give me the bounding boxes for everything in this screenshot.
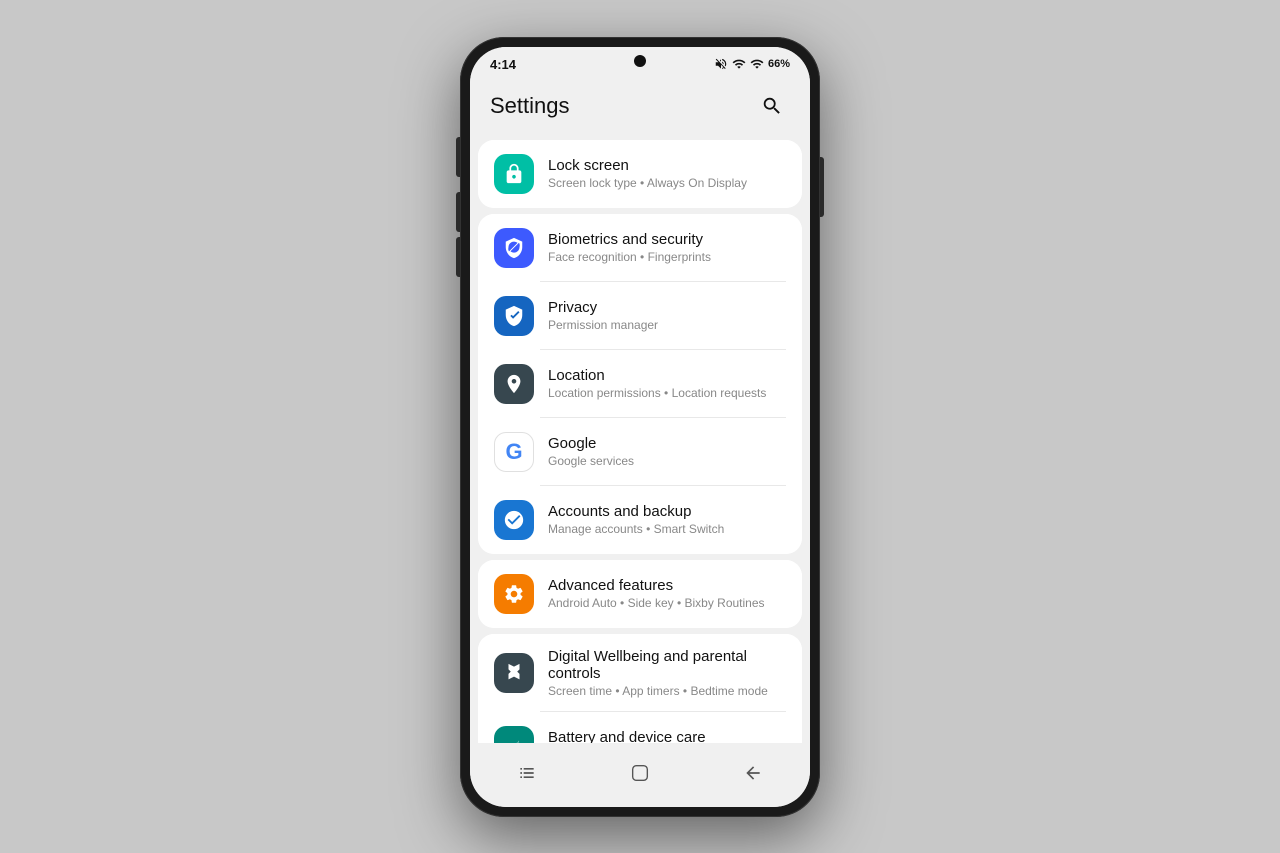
lock-screen-icon	[494, 154, 534, 194]
location-text: Location Location permissions • Location…	[548, 367, 786, 400]
section-advanced: Advanced features Android Auto • Side ke…	[478, 560, 802, 628]
app-header: Settings	[470, 76, 810, 134]
privacy-text: Privacy Permission manager	[548, 299, 786, 332]
list-item-digital-wellbeing[interactable]: Digital Wellbeing and parental controls …	[478, 634, 802, 712]
biometrics-title: Biometrics and security	[548, 231, 786, 248]
google-title: Google	[548, 435, 786, 452]
biometrics-icon	[494, 228, 534, 268]
list-item-location[interactable]: Location Location permissions • Location…	[478, 350, 802, 418]
accounts-subtitle: Manage accounts • Smart Switch	[548, 522, 786, 536]
accounts-icon	[494, 500, 534, 540]
advanced-icon	[494, 574, 534, 614]
wifi-icon	[732, 57, 746, 71]
privacy-subtitle: Permission manager	[548, 318, 786, 332]
google-text: Google Google services	[548, 435, 786, 468]
accounts-title: Accounts and backup	[548, 503, 786, 520]
biometrics-subtitle: Face recognition • Fingerprints	[548, 250, 786, 264]
list-item-lock-screen[interactable]: Lock screen Screen lock type • Always On…	[478, 140, 802, 208]
battery-title: Battery and device care	[548, 729, 786, 743]
search-icon	[761, 95, 783, 117]
list-item-google[interactable]: G Google Google services	[478, 418, 802, 486]
camera-notch	[634, 55, 646, 67]
list-item-privacy[interactable]: Privacy Permission manager	[478, 282, 802, 350]
signal-icon	[750, 57, 764, 71]
status-icons: 66%	[714, 57, 790, 71]
list-item-biometrics[interactable]: Biometrics and security Face recognition…	[478, 214, 802, 282]
phone-frame: 4:14 66% Settings	[460, 37, 820, 817]
biometrics-text: Biometrics and security Face recognition…	[548, 231, 786, 264]
list-item-battery[interactable]: Battery and device care Storage • Memory…	[478, 712, 802, 743]
phone-screen: 4:14 66% Settings	[470, 47, 810, 807]
back-button[interactable]	[735, 755, 771, 791]
home-button[interactable]	[622, 755, 658, 791]
settings-list: Lock screen Screen lock type • Always On…	[470, 134, 810, 743]
search-button[interactable]	[754, 88, 790, 124]
list-item-advanced[interactable]: Advanced features Android Auto • Side ke…	[478, 560, 802, 628]
lock-screen-subtitle: Screen lock type • Always On Display	[548, 176, 786, 190]
lock-screen-title: Lock screen	[548, 157, 786, 174]
advanced-title: Advanced features	[548, 577, 786, 594]
section-lock-screen: Lock screen Screen lock type • Always On…	[478, 140, 802, 208]
nav-bar	[470, 743, 810, 807]
location-icon	[494, 364, 534, 404]
recent-apps-button[interactable]	[509, 755, 545, 791]
privacy-title: Privacy	[548, 299, 786, 316]
google-icon: G	[494, 432, 534, 472]
lock-screen-text: Lock screen Screen lock type • Always On…	[548, 157, 786, 190]
home-icon	[629, 762, 651, 784]
location-title: Location	[548, 367, 786, 384]
section-wellbeing: Digital Wellbeing and parental controls …	[478, 634, 802, 743]
battery-icon	[494, 726, 534, 743]
digital-wellbeing-icon	[494, 653, 534, 693]
mute-icon	[714, 57, 728, 71]
advanced-subtitle: Android Auto • Side key • Bixby Routines	[548, 596, 786, 610]
advanced-text: Advanced features Android Auto • Side ke…	[548, 577, 786, 610]
digital-wellbeing-subtitle: Screen time • App timers • Bedtime mode	[548, 684, 786, 698]
digital-wellbeing-text: Digital Wellbeing and parental controls …	[548, 648, 786, 698]
recent-icon	[517, 763, 537, 783]
privacy-icon	[494, 296, 534, 336]
digital-wellbeing-title: Digital Wellbeing and parental controls	[548, 648, 786, 682]
back-icon	[743, 763, 763, 783]
location-subtitle: Location permissions • Location requests	[548, 386, 786, 400]
accounts-text: Accounts and backup Manage accounts • Sm…	[548, 503, 786, 536]
list-item-accounts[interactable]: Accounts and backup Manage accounts • Sm…	[478, 486, 802, 554]
page-title: Settings	[490, 93, 570, 119]
section-security: Biometrics and security Face recognition…	[478, 214, 802, 554]
status-time: 4:14	[490, 57, 516, 72]
google-subtitle: Google services	[548, 454, 786, 468]
battery-text: Battery and device care Storage • Memory…	[548, 729, 786, 743]
battery-percent: 66%	[768, 58, 790, 70]
